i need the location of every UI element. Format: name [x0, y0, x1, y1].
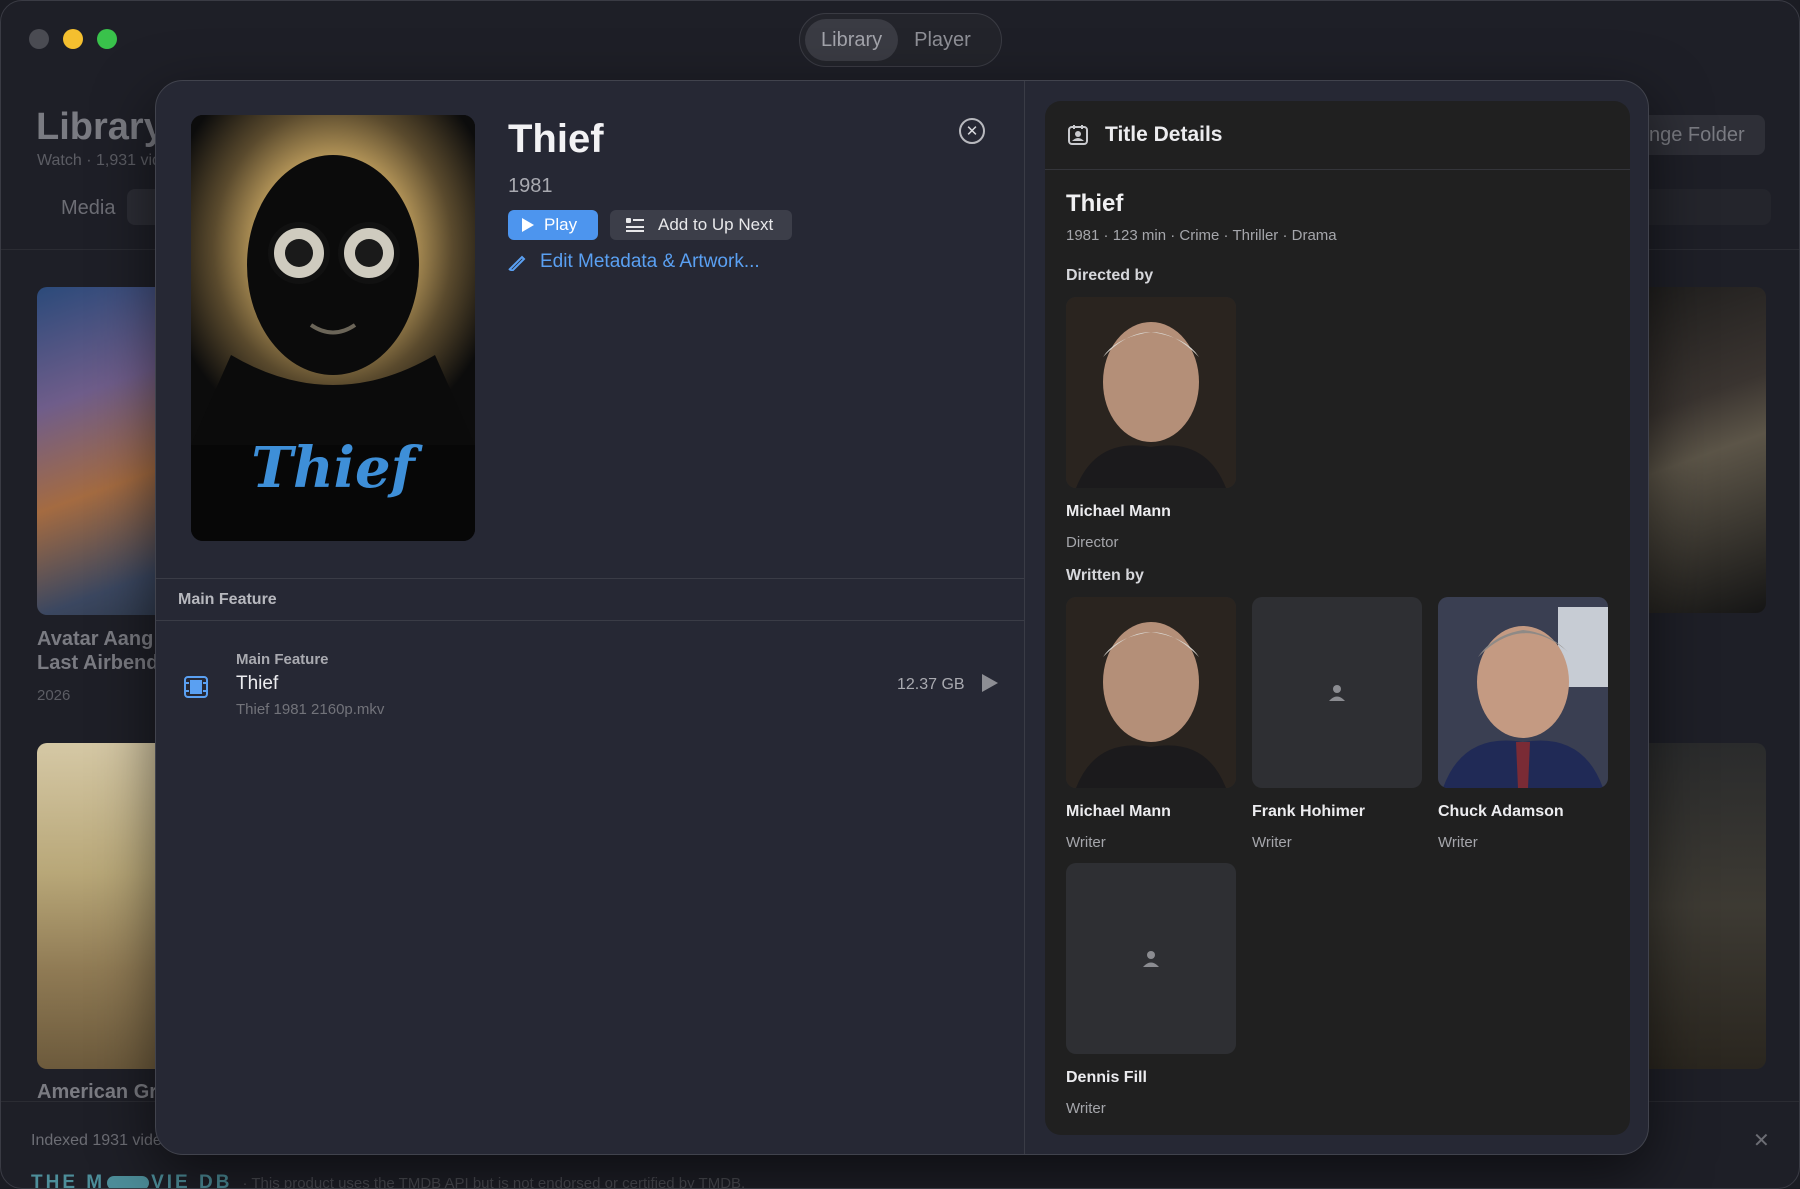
- play-button[interactable]: Play: [508, 210, 598, 240]
- person-photo-placeholder: [1252, 597, 1422, 788]
- title-details-header: Title Details: [1045, 101, 1630, 170]
- title-detail-sheet: Thief Thief 1981 Play Add to Up Next Edi…: [155, 80, 1649, 1155]
- window-close-button[interactable]: [29, 29, 49, 49]
- title-details-panel: Title Details Thief 1981 · 123 min · Cri…: [1025, 81, 1648, 1154]
- title-poster: Thief: [191, 115, 475, 541]
- person-role: Writer: [1066, 834, 1106, 851]
- library-title: Library: [36, 106, 165, 148]
- person-role: Writer: [1252, 834, 1292, 851]
- dismiss-status-icon[interactable]: ✕: [1753, 1128, 1770, 1153]
- tmdb-notice: · This product uses the TMDB API but is …: [242, 1174, 746, 1189]
- change-folder-button[interactable]: nge Folder: [1631, 115, 1765, 155]
- poster-artwork: Thief: [191, 115, 475, 541]
- person-card-writer[interactable]: Chuck Adamson Writer: [1438, 597, 1608, 851]
- person-name: Chuck Adamson: [1438, 803, 1564, 820]
- library-item-title: Avatar Aang Last Airbend: [37, 628, 159, 674]
- movie-year: 1981: [508, 175, 553, 197]
- play-icon: [522, 218, 534, 232]
- library-item-year: 2026: [37, 687, 71, 704]
- person-photo-placeholder: [1066, 863, 1236, 1054]
- file-row[interactable]: Main Feature Thief Thief 1981 2160p.mkv …: [156, 639, 1024, 729]
- file-kicker: Main Feature: [236, 651, 329, 668]
- person-card-writer[interactable]: Dennis Fill Writer: [1066, 863, 1236, 1117]
- add-to-up-next-label: Add to Up Next: [658, 215, 774, 234]
- poster-title-text: Thief: [251, 435, 423, 501]
- title-main-panel: Thief Thief 1981 Play Add to Up Next Edi…: [156, 81, 1024, 1154]
- window-zoom-button[interactable]: [97, 29, 117, 49]
- person-name: Michael Mann: [1066, 503, 1171, 520]
- person-icon: [1143, 950, 1159, 967]
- section-divider: [156, 578, 1024, 579]
- file-title: Thief: [236, 673, 279, 694]
- person-name: Dennis Fill: [1066, 1069, 1147, 1086]
- window-minimize-button[interactable]: [63, 29, 83, 49]
- details-title: Thief: [1066, 190, 1124, 217]
- view-switcher: Library Player: [799, 13, 1002, 67]
- written-by-heading: Written by: [1066, 567, 1144, 584]
- close-sheet-button[interactable]: ✕: [959, 118, 985, 144]
- person-role: Writer: [1438, 834, 1478, 851]
- movie-title: Thief: [508, 117, 604, 161]
- play-label: Play: [544, 215, 578, 234]
- contact-card-icon: [1068, 125, 1088, 145]
- tab-library[interactable]: Library: [805, 19, 899, 61]
- directed-by-heading: Directed by: [1066, 267, 1154, 284]
- close-icon: ✕: [965, 122, 979, 140]
- title-details-card: Title Details Thief 1981 · 123 min · Cri…: [1045, 101, 1630, 1135]
- person-photo: [1066, 597, 1236, 788]
- person-card-director[interactable]: Michael Mann Director: [1066, 297, 1236, 551]
- title-details-heading: Title Details: [1105, 123, 1223, 146]
- section-header-main-feature: Main Feature: [178, 591, 277, 608]
- tab-player[interactable]: Player: [898, 19, 987, 61]
- person-icon: [1329, 684, 1345, 701]
- person-card-writer[interactable]: Frank Hohimer Writer: [1252, 597, 1422, 851]
- person-photo: [1066, 297, 1236, 488]
- person-name: Michael Mann: [1066, 803, 1171, 820]
- tmdb-logo-pill: [107, 1176, 150, 1188]
- person-name: Frank Hohimer: [1252, 803, 1365, 820]
- edit-metadata-link[interactable]: Edit Metadata & Artwork...: [508, 251, 760, 273]
- tmdb-logo: THE M VIE DB: [31, 1172, 233, 1189]
- pencil-icon: [508, 255, 526, 271]
- add-to-up-next-button[interactable]: Add to Up Next: [610, 210, 792, 240]
- tmdb-attribution: THE M VIE DB · This product uses the TMD…: [31, 1172, 746, 1189]
- media-tab[interactable]: Media: [61, 197, 115, 220]
- file-size: 12.37 GB: [897, 676, 965, 693]
- index-status: Indexed 1931 vide: [31, 1132, 162, 1149]
- play-icon: [982, 674, 998, 692]
- file-play-button[interactable]: [982, 674, 998, 697]
- film-icon: [184, 676, 208, 703]
- person-photo: [1438, 597, 1608, 788]
- window-controls: [29, 29, 117, 49]
- queue-list-icon: [626, 218, 644, 232]
- file-name: Thief 1981 2160p.mkv: [236, 701, 385, 718]
- person-role: Writer: [1066, 1100, 1106, 1117]
- edit-metadata-label: Edit Metadata & Artwork...: [540, 251, 760, 272]
- person-card-writer[interactable]: Michael Mann Writer: [1066, 597, 1236, 851]
- details-meta: 1981 · 123 min · Crime · Thriller · Dram…: [1066, 227, 1337, 244]
- person-role: Director: [1066, 534, 1119, 551]
- section-divider: [156, 620, 1024, 621]
- app-window: Library Player Library Watch · 1,931 vid…: [0, 0, 1800, 1189]
- library-subtitle: Watch · 1,931 vid: [37, 152, 161, 169]
